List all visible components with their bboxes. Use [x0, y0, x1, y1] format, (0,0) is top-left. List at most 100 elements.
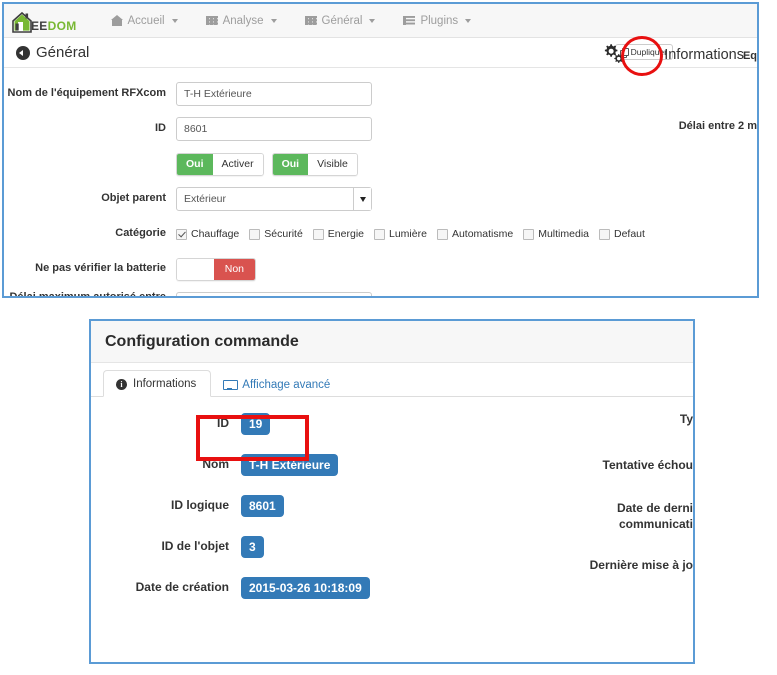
- modal-value-id-logique: 8601: [241, 494, 284, 517]
- chevron-down-icon: [465, 18, 472, 23]
- tab-informations-label: Informations: [133, 378, 197, 390]
- clipped-label-derniere-mise-a-jour: Dernière mise à jo: [589, 558, 693, 573]
- nav-item-plugins-label: Plugins: [420, 14, 459, 27]
- modal-right-column: Ty Tentative échou Date de derni communi…: [573, 407, 693, 574]
- checkbox-securite[interactable]: Sécurité: [249, 228, 303, 240]
- label-batterie: Ne pas vérifier la batterie: [35, 262, 166, 275]
- form-row-batterie: Ne pas vérifier la batterie Non: [4, 257, 757, 281]
- toggle-group: Oui Activer Oui Visible: [176, 152, 358, 176]
- modal-tabs: i Informations Affichage avancé: [91, 363, 693, 397]
- activer-on-option[interactable]: Oui: [177, 153, 213, 175]
- form-row-categorie: Catégorie Chauffage Sécurité Energie Lum…: [4, 222, 757, 246]
- tab-affichage-avance-label: Affichage avancé: [242, 379, 331, 391]
- nav-item-analyse-label: Analyse: [222, 14, 264, 27]
- back-arrow-icon[interactable]: [16, 45, 30, 60]
- page-title: Général: [16, 44, 89, 61]
- batterie-toggle[interactable]: Non: [176, 257, 256, 281]
- checkbox-lumiere[interactable]: Lumière: [374, 228, 427, 240]
- batterie-toggle-no[interactable]: Non: [213, 258, 255, 280]
- clipped-label-eq: Eq: [742, 50, 757, 62]
- checkbox-energie-box[interactable]: [312, 228, 324, 240]
- nav-item-accueil[interactable]: Accueil: [97, 4, 192, 38]
- id-input[interactable]: [176, 117, 372, 141]
- jeedom-logo[interactable]: EEDOM: [10, 8, 77, 34]
- objet-parent-value: Extérieur: [184, 193, 227, 205]
- delai-maximum-input[interactable]: [176, 292, 372, 296]
- form-row-nom: Nom de l'équipement RFXcom: [4, 82, 757, 106]
- activer-off-option[interactable]: Activer: [212, 153, 263, 175]
- checkbox-chauffage-label: Chauffage: [191, 228, 240, 240]
- modal-value-id-objet: 3: [241, 535, 264, 558]
- visible-on-option[interactable]: Oui: [272, 153, 309, 175]
- batterie-toggle-blank[interactable]: [177, 258, 214, 280]
- chevron-down-icon: [270, 18, 277, 23]
- modal-label-nom: Nom: [202, 457, 229, 471]
- checkbox-lumiere-label: Lumière: [389, 228, 427, 240]
- modal-value-date-creation: 2015-03-26 10:18:09: [241, 576, 370, 599]
- tab-affichage-avance[interactable]: Affichage avancé: [211, 372, 344, 397]
- checkbox-chauffage-box[interactable]: [176, 228, 187, 240]
- checkbox-defaut[interactable]: Defaut: [599, 228, 645, 240]
- th-icon: [205, 15, 218, 26]
- objet-parent-select[interactable]: Extérieur: [176, 187, 372, 211]
- jeedom-equipment-panel: EEDOM Accueil Analyse Général Plugins Gé…: [2, 2, 759, 298]
- label-objet-parent: Objet parent: [101, 192, 166, 205]
- modal-value-nom: T-H Extérieure: [241, 453, 339, 476]
- select-caret-icon[interactable]: [353, 188, 371, 210]
- nom-equipement-input[interactable]: [176, 82, 372, 106]
- house-logo-icon: [10, 10, 34, 34]
- modal-title: Configuration commande: [105, 332, 299, 350]
- form-row-delai: Délai maximum autorisé entre 2: [4, 290, 757, 298]
- tab-informations[interactable]: i Informations: [103, 370, 212, 397]
- clipped-label-date-derniere: Date de derni: [616, 501, 693, 516]
- main-navbar: EEDOM Accueil Analyse Général Plugins: [4, 4, 757, 38]
- checkbox-automatisme[interactable]: Automatisme: [436, 228, 514, 240]
- info-circle-icon: i: [116, 378, 127, 390]
- checkbox-defaut-box[interactable]: [599, 228, 610, 240]
- th-icon: [304, 15, 317, 26]
- checkbox-automatisme-label: Automatisme: [451, 228, 514, 240]
- modal-label-id-logique: ID logique: [171, 498, 229, 512]
- screenshot-root: EEDOM Accueil Analyse Général Plugins Gé…: [0, 0, 777, 675]
- checkbox-defaut-label: Defaut: [614, 228, 645, 240]
- checkbox-energie[interactable]: Energie: [312, 228, 364, 240]
- modal-header: Configuration commande: [91, 321, 693, 363]
- modal-label-id: ID: [217, 416, 229, 430]
- visible-toggle[interactable]: Oui Visible: [271, 152, 358, 176]
- brand-text: EEDOM: [31, 20, 77, 32]
- label-id: ID: [155, 122, 166, 135]
- chevron-down-icon: [171, 18, 178, 23]
- modal-label-date-creation: Date de création: [135, 580, 229, 594]
- form-row-toggles: Oui Activer Oui Visible: [4, 152, 757, 176]
- clipped-label-type: Ty: [679, 412, 693, 426]
- clipped-label-communication: communicati: [618, 516, 693, 531]
- nav-item-general-label: Général: [321, 14, 363, 27]
- checkbox-lumiere-box[interactable]: [374, 228, 385, 240]
- nav-item-general[interactable]: Général: [291, 4, 390, 38]
- top-panel-right-column: Eq Délai entre 2 m: [647, 48, 757, 132]
- chevron-down-icon: [369, 18, 376, 23]
- checkbox-multimedia[interactable]: Multimedia: [523, 228, 589, 240]
- form-row-id: ID: [4, 117, 757, 141]
- list-icon: [403, 15, 416, 26]
- modal-value-id: 19: [241, 412, 271, 435]
- page-title-text: Général: [36, 44, 90, 61]
- form-row-objet-parent: Objet parent Extérieur: [4, 187, 757, 211]
- checkbox-multimedia-box[interactable]: [523, 228, 535, 240]
- label-nom-equipement: Nom de l'équipement RFXcom: [7, 87, 166, 100]
- visible-off-option[interactable]: Visible: [308, 153, 357, 175]
- nav-item-analyse[interactable]: Analyse: [192, 4, 291, 38]
- page-header: Général Dupliquer Informations: [4, 38, 757, 68]
- brand-suffix: DOM: [47, 18, 77, 33]
- checkbox-securite-label: Sécurité: [264, 228, 303, 240]
- nav-item-accueil-label: Accueil: [127, 14, 165, 27]
- checkbox-energie-label: Energie: [327, 228, 364, 240]
- checkbox-chauffage[interactable]: Chauffage: [176, 228, 239, 240]
- modal-body: ID 19 Nom T-H Extérieure ID logique 8601…: [91, 397, 693, 662]
- cogs-icon[interactable]: [600, 39, 626, 65]
- checkbox-automatisme-box[interactable]: [436, 228, 448, 240]
- label-delai-maximum: Délai maximum autorisé entre 2: [9, 290, 166, 298]
- activer-toggle[interactable]: Oui Activer: [176, 152, 264, 176]
- checkbox-securite-box[interactable]: [249, 228, 261, 240]
- nav-item-plugins[interactable]: Plugins: [389, 4, 485, 38]
